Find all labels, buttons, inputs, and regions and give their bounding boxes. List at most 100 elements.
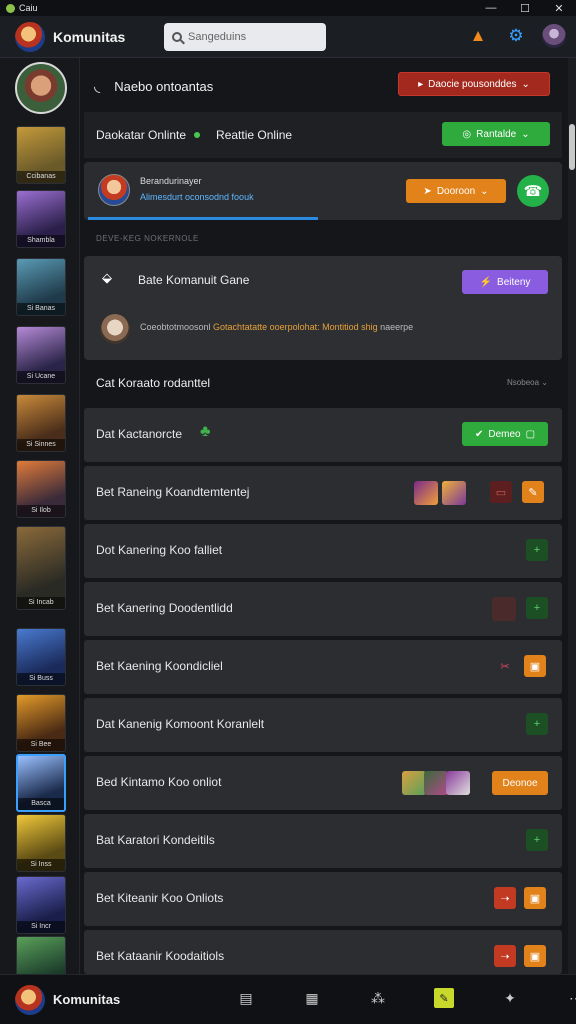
row-label: Bet Raneing Koandtemtentej	[96, 485, 250, 499]
sidebar-game-tile[interactable]: Shambla	[16, 190, 66, 248]
sidebar-game-tile[interactable]: Si Banas	[16, 258, 66, 316]
search-input[interactable]: Sangeduins	[164, 23, 326, 51]
sidebar-game-tile[interactable]: Si Incr	[16, 876, 66, 934]
game-thumbnail	[446, 771, 470, 795]
bottom-app-name: Komunitas	[53, 992, 121, 1007]
list-header: Cat Koraato rodanttel	[96, 376, 211, 390]
fire-icon[interactable]: ▲	[466, 24, 490, 48]
sidebar-game-tile[interactable]: Si Bee	[16, 694, 66, 752]
row-share-button[interactable]: ➝	[494, 887, 516, 909]
row-open-button[interactable]: ▣	[524, 945, 546, 967]
maximize-button[interactable]: ☐	[508, 0, 542, 16]
sidebar-game-tile[interactable]: Si Ilob	[16, 460, 66, 518]
game-thumbnail	[492, 597, 516, 621]
chevron-down-icon: ⌄	[521, 128, 530, 140]
section-dropdown[interactable]: ▸ Daocie pousonddes ⌄	[398, 72, 550, 96]
main-content: ◟ Naebo ontoantas ▸ Daocie pousonddes ⌄ …	[84, 58, 566, 974]
document-icon[interactable]: ▤	[236, 988, 256, 1008]
game-sidebar: Ccibanas Shambla Si Banas Si Ucane Si Sinnes…	[0, 58, 80, 994]
game-card-button[interactable]: ⚡ Beiteny	[462, 270, 548, 294]
users-icon[interactable]: ⁂	[368, 988, 388, 1008]
player-action-button[interactable]: ➤ Dooroon ⌄	[406, 179, 506, 203]
row-label: Dat Kanenig Komoont Koranlelt	[96, 717, 265, 731]
list-row[interactable]: Bet Kiteanir Koo Onliots ➝ ▣	[84, 872, 562, 926]
list-row[interactable]: Dat Kanenig Komoont Koranlelt +	[84, 698, 562, 752]
sidebar-game-tile[interactable]: Si Inss	[16, 814, 66, 872]
list-row[interactable]: Dot Kanering Koo falliet +	[84, 524, 562, 578]
sidebar-game-label: Si Incab	[17, 597, 65, 609]
game-thumbnail	[442, 481, 466, 505]
sidebar-game-label: Shambla	[17, 235, 65, 247]
profile-avatar[interactable]	[15, 62, 67, 114]
row-message-button[interactable]: ▭	[490, 481, 512, 503]
calendar-icon[interactable]: ▦	[302, 988, 322, 1008]
back-icon[interactable]: ◟	[94, 76, 100, 96]
activity-text: Coeobtotmoosonl Gotachtatatte ooerpoloha…	[140, 322, 414, 332]
sidebar-game-label: Si Inss	[17, 859, 65, 871]
game-card: ⬙ Bate Komanuit Gane ⚡ Beiteny Coeobtotm…	[84, 256, 562, 360]
app-avatar[interactable]	[15, 21, 45, 52]
player-action-label: Dooroon	[436, 185, 476, 197]
row-open-button[interactable]: ▣	[524, 655, 546, 677]
row-add-button[interactable]: +	[526, 829, 548, 851]
sidebar-game-tile[interactable]: Si Ucane	[16, 326, 66, 384]
row-action-button[interactable]: Deonoe	[492, 771, 548, 795]
send-icon: ➤	[423, 185, 432, 197]
sidebar-game-tile[interactable]: Si Sinnes	[16, 394, 66, 452]
gear-icon[interactable]: ⚙	[504, 24, 528, 48]
sidebar-game-tile[interactable]: Si Buss	[16, 628, 66, 686]
commenter-avatar[interactable]	[100, 314, 130, 344]
game-thumbnail	[424, 771, 448, 795]
list-row[interactable]: Bet Kanering Doodentlidd +	[84, 582, 562, 636]
app-logo-icon	[6, 3, 15, 13]
minimize-button[interactable]: —	[474, 0, 508, 16]
list-row[interactable]: Bat Karatori Kondeitils +	[84, 814, 562, 868]
list-row[interactable]: Bet Kaening Koondicliel ✂ ▣	[84, 640, 562, 694]
row-open-button[interactable]: ▣	[524, 887, 546, 909]
check-icon: ✔	[474, 428, 484, 440]
gamepad-icon[interactable]: ✦	[500, 988, 520, 1008]
list-row[interactable]: Bed Kintamo Koo onliot Deonoe	[84, 756, 562, 810]
section-title: Naebo ontoantas	[114, 78, 214, 94]
dropdown-icon: ▸	[418, 78, 424, 90]
row-label: Bet Kaening Koondicliel	[96, 659, 223, 673]
player-avatar[interactable]	[98, 174, 130, 206]
status-button[interactable]: ◎ Rantalde ⌄	[442, 122, 550, 146]
gamepad-icon: ⬙	[102, 270, 112, 285]
list-row[interactable]: Bet Kataanir Koodaitiols ➝ ▣	[84, 930, 562, 974]
status-label: Daokatar Onlinte	[96, 128, 187, 142]
game-card-button-label: Beiteny	[497, 276, 531, 288]
list-row[interactable]: Dat Kactanorcte ♣ ✔ Demeo ▢	[84, 408, 562, 462]
leaf-icon: ♣	[200, 423, 211, 440]
app-header: Komunitas Sangeduins ▲ ⚙	[0, 16, 576, 58]
app-name: Komunitas	[53, 28, 126, 45]
user-avatar[interactable]	[542, 24, 566, 48]
row-edit-button[interactable]: ✎	[522, 481, 544, 503]
list-sort-dropdown[interactable]: Nsobeoa ⌄	[507, 378, 548, 387]
bolt-icon: ⚡	[479, 276, 493, 288]
sidebar-game-label: Si Banas	[17, 303, 65, 315]
sidebar-game-tile[interactable]: Si Incab	[16, 526, 66, 610]
edit-icon[interactable]: ✎	[434, 988, 454, 1008]
sidebar-game-tile[interactable]: Basca	[16, 754, 66, 812]
scrollbar[interactable]	[568, 58, 576, 974]
row-action-button[interactable]: ✔ Demeo ▢	[462, 422, 548, 446]
scrollbar-thumb[interactable]	[569, 124, 575, 170]
game-card-title: Bate Komanuit Gane	[138, 273, 250, 287]
sidebar-game-label: Si Ucane	[17, 371, 65, 383]
row-add-button[interactable]: +	[526, 713, 548, 735]
close-button[interactable]: ✕	[542, 0, 576, 16]
dropdown-label: Daocie pousonddes	[428, 78, 517, 90]
progress-bar	[88, 217, 318, 220]
row-share-button[interactable]: ➝	[494, 945, 516, 967]
bottom-app-avatar[interactable]	[15, 984, 45, 1015]
sidebar-game-tile[interactable]: Ccibanas	[16, 126, 66, 184]
row-remove-button[interactable]: ✂	[494, 655, 516, 677]
row-add-button[interactable]: +	[526, 597, 548, 619]
whatsapp-icon[interactable]: ☎	[517, 175, 549, 207]
row-add-button[interactable]: +	[526, 539, 548, 561]
more-icon[interactable]: ⋯	[566, 988, 576, 1008]
sidebar-game-label: Basca	[18, 798, 64, 810]
player-subtitle[interactable]: Alimesdurt oconsodnd foouk	[140, 192, 254, 202]
list-row[interactable]: Bet Raneing Koandtemtentej ▭ ✎	[84, 466, 562, 520]
